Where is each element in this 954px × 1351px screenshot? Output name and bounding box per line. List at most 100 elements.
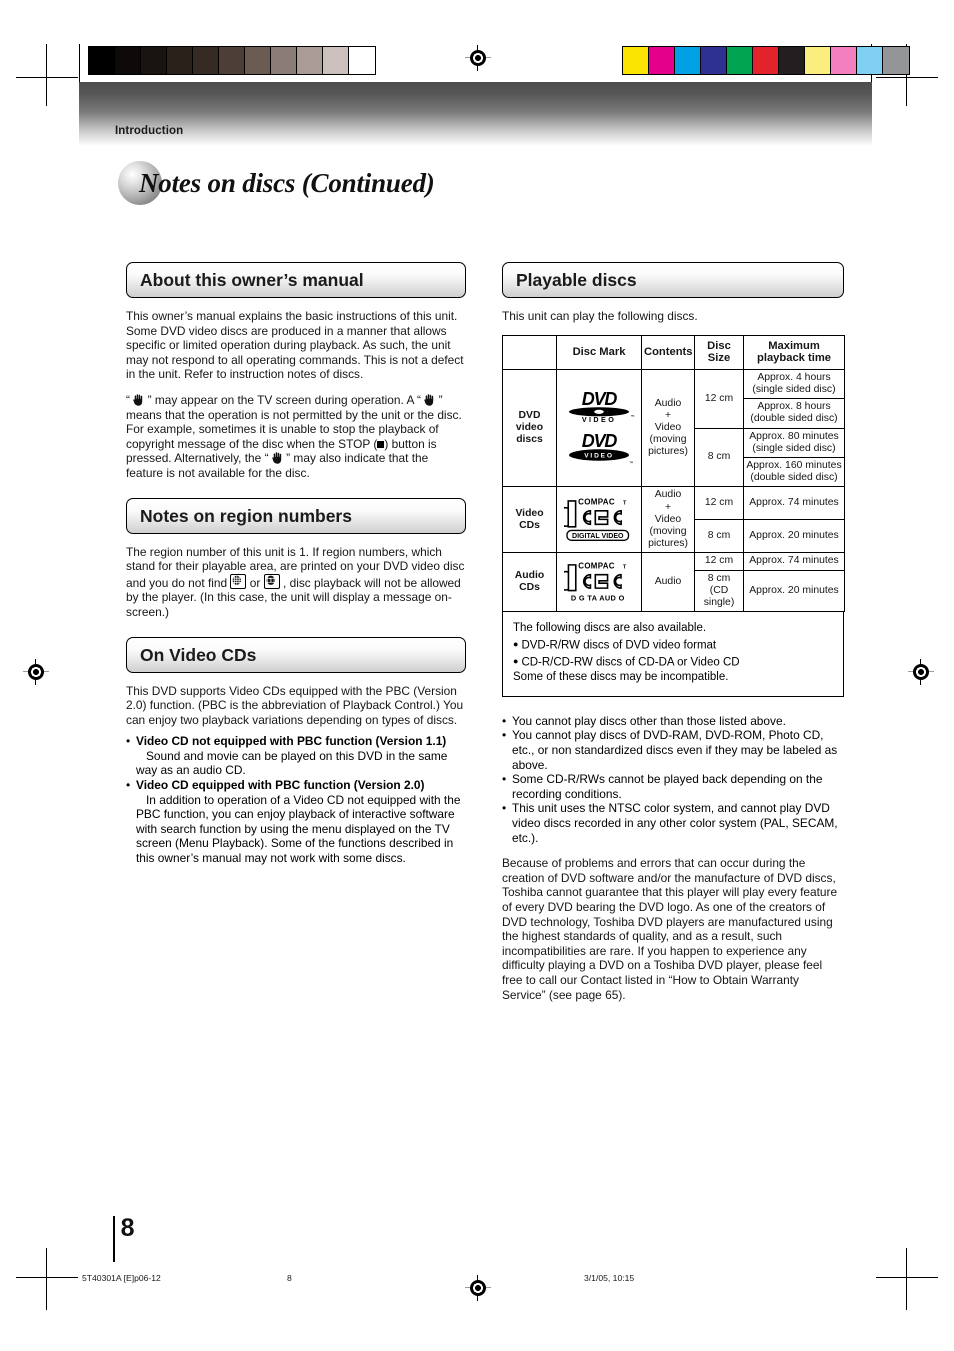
page-title-block: Notes on discs (Continued) <box>118 158 435 208</box>
color-swatch <box>701 47 727 74</box>
crop-mark-bottom-left-vertical <box>46 1248 48 1310</box>
grayscale-calibration-bar <box>88 46 376 75</box>
svg-text:DVD: DVD <box>582 431 618 451</box>
row-disc-size-12cm: 12 cm <box>694 368 744 429</box>
svg-text:DVD: DVD <box>582 389 618 409</box>
row-disc-size-12cm: 12 cm <box>694 486 744 521</box>
color-swatch <box>649 47 675 74</box>
row-playback-time: Approx. 80 minutes (single sided disc) <box>743 427 845 459</box>
bullet-dot-icon: • <box>502 728 507 743</box>
svg-text:VIDEO: VIDEO <box>582 415 616 424</box>
color-swatch <box>167 47 193 74</box>
crop-mark-top-left-inner <box>79 44 81 84</box>
color-swatch <box>141 47 167 74</box>
svg-text:DIGITAL VIDEO: DIGITAL VIDEO <box>572 533 624 540</box>
about-para2-text: ” may appear on the TV screen during ope… <box>147 392 422 407</box>
bullet-dot-icon: • <box>502 713 507 728</box>
hand-prohibited-icon <box>272 452 283 465</box>
color-swatch <box>89 47 115 74</box>
color-swatch <box>727 47 753 74</box>
registration-mark-right-middle <box>908 659 934 685</box>
svg-text:T: T <box>623 501 627 507</box>
list-item: • Some CD-R/RWs cannot be played back dep… <box>502 772 844 801</box>
page-header-band: Introduction <box>79 82 872 146</box>
page-number-block: 8 <box>113 1216 135 1262</box>
page-number-rule <box>113 1216 115 1262</box>
registration-mark-left-middle <box>23 659 49 685</box>
note-bullet-2: ● CD-R/CD-RW discs of CD-DA or Video CD <box>513 655 740 669</box>
color-swatch <box>115 47 141 74</box>
row-playback-time: Approx. 4 hours (single sided disc) <box>743 368 845 400</box>
table-header-contents: Contents <box>641 334 695 370</box>
row-playback-time: Approx. 20 minutes <box>743 569 845 613</box>
bullet-dot-icon: • <box>126 734 131 749</box>
page-title: Notes on discs (Continued) <box>139 167 435 198</box>
row-playback-time: Approx. 20 minutes <box>743 519 845 554</box>
section-heading-about-manual: About this owner’s manual <box>126 262 466 298</box>
note-bullet-1: ● DVD-R/RW discs of DVD video format <box>513 638 717 652</box>
row-disc-size-8cm: 8 cm <box>694 427 744 488</box>
right-column: Playable discs This unit can play the fo… <box>502 262 845 1002</box>
video-cds-intro: This DVD supports Video CDs equipped wit… <box>126 683 464 727</box>
playable-discs-intro: This unit can play the following discs. <box>502 309 698 323</box>
list-item: • Video CD not equipped with PBC functio… <box>126 734 466 778</box>
color-swatch <box>805 47 831 74</box>
svg-text:™: ™ <box>629 461 633 466</box>
region-text-or: or <box>249 575 261 590</box>
note-line-2: Some of these discs may be incompatible. <box>513 671 729 684</box>
region-numbers-paragraph: The region number of this unit is 1. If … <box>126 545 466 620</box>
dvd-video-logo-filled: DVD VIDEO ™ <box>569 431 633 466</box>
color-swatch <box>623 47 649 74</box>
row-category-dvd: DVD video discs <box>502 368 557 488</box>
section-heading-on-video-cds: On Video CDs <box>126 636 466 673</box>
about-manual-paragraph-2: “ ” may appear on the TV screen during o… <box>126 393 466 422</box>
table-header-row: Disc Mark Contents Disc Size Maximum playb… <box>502 334 845 370</box>
row-disc-mark-video-cd: COMPAC T DIGITAL VIDEO <box>556 486 642 554</box>
video-cd-bullet-body: In addition to operation of a Video CD n… <box>136 792 461 866</box>
row-playback-time: Approx. 8 hours (double sided disc) <box>743 398 845 429</box>
row-contents-dvd: Audio + Video (moving pictures) <box>641 368 695 488</box>
table-header-disc-size: Disc Size <box>694 334 744 370</box>
video-cd-bullet-title: Video CD equipped with PBC function (Ver… <box>136 778 425 793</box>
table-row: Video CDs COMPAC T DIGITAL VIDEO Audio +… <box>502 486 845 554</box>
color-swatch <box>779 47 805 74</box>
row-category-audio-cds: Audio CDs <box>502 552 557 613</box>
bullet-dot-icon: • <box>502 801 507 816</box>
filled-circle-icon: ● <box>513 655 519 666</box>
compact-disc-digital-video-logo: COMPAC T DIGITAL VIDEO <box>564 498 630 541</box>
crop-mark-top-left-horizontal <box>16 77 78 79</box>
list-item: • This unit uses the NTSC color system, a… <box>502 801 844 845</box>
about-manual-paragraph-3: For example, sometimes it is unable to s… <box>126 422 466 480</box>
table-header-maximum-playback-time: Maximum playback time <box>743 334 845 370</box>
section-heading-region-numbers: Notes on region numbers <box>126 497 466 534</box>
note-line-1: The following discs are also available. <box>513 622 707 635</box>
color-swatch <box>857 47 883 74</box>
color-swatch <box>271 47 297 74</box>
row-contents-video-cd: Audio + Video (moving pictures) <box>641 486 695 554</box>
video-cd-bullet-body: Sound and movie can be played on this DV… <box>136 748 448 778</box>
hand-prohibited-icon <box>424 394 435 406</box>
row-disc-size-8cm-cd-single: 8 cm (CD single) <box>694 569 744 613</box>
list-item: • You cannot play discs of DVD-RAM, DVD-R… <box>502 728 844 772</box>
playable-discs-table: Disc Mark Contents Disc Size Maximum playb… <box>502 334 845 613</box>
filled-circle-icon: ● <box>513 638 519 649</box>
color-swatch <box>883 47 909 74</box>
additional-discs-note-box: The following discs are also available. … <box>502 612 844 697</box>
dvd-video-logo: DVD VIDEO ™ <box>569 389 634 424</box>
color-swatch <box>219 47 245 74</box>
crop-mark-bottom-left-horizontal <box>16 1277 78 1279</box>
caution-text: You cannot play discs of DVD-RAM, DVD-RO… <box>512 728 838 772</box>
hand-prohibited-icon <box>133 394 144 406</box>
registration-mark-top-center <box>465 45 491 71</box>
caution-text: Some CD-R/RWs cannot be played back depe… <box>512 772 823 801</box>
bullet-dot-icon: • <box>502 772 507 787</box>
page-number: 8 <box>120 1214 135 1242</box>
video-cd-bullet-title: Video CD not equipped with PBC function … <box>136 734 447 749</box>
list-item: • You cannot play discs other than those … <box>502 714 844 729</box>
row-playback-time: Approx. 74 minutes <box>743 552 845 571</box>
svg-text:D G TA AUD O: D G TA AUD O <box>571 594 625 603</box>
section-label: Introduction <box>115 125 184 137</box>
table-row: Audio CDs COMPAC T D G TA AUD O Audio 12… <box>502 552 845 613</box>
color-swatch <box>297 47 323 74</box>
region-code-all-icon <box>230 573 247 589</box>
